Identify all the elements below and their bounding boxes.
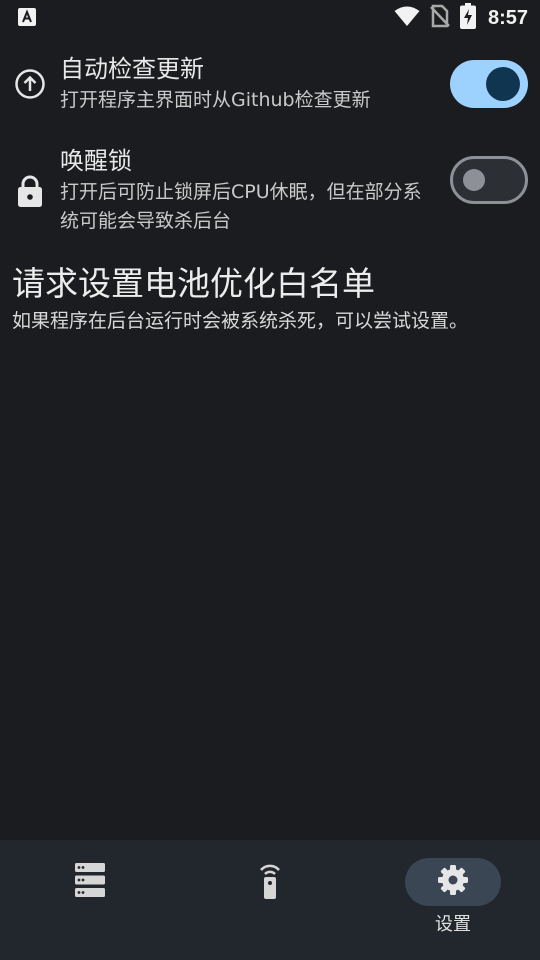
clock: 8:57 bbox=[487, 6, 528, 29]
wake-lock-toggle[interactable] bbox=[450, 156, 528, 204]
battery-whitelist-title: 请求设置电池优化白名单 bbox=[12, 264, 375, 303]
nav-item-remote[interactable] bbox=[180, 840, 360, 960]
bottom-navigation: 设置 bbox=[0, 840, 540, 960]
auto-update-description: 打开程序主界面时从Github检查更新 bbox=[60, 89, 371, 111]
wake-lock-setting[interactable]: 唤醒锁 打开后可防止锁屏后CPU休眠，但在部分系统可能会导致杀后台 bbox=[0, 144, 540, 240]
wifi-icon bbox=[394, 5, 420, 31]
remote-control-icon bbox=[257, 861, 283, 903]
no-sim-icon bbox=[430, 4, 450, 32]
app-notification-icon bbox=[18, 8, 36, 26]
status-bar: 8:57 bbox=[0, 0, 540, 36]
auto-update-setting[interactable]: 自动检查更新 打开程序主界面时从Github检查更新 bbox=[0, 52, 540, 122]
toggle-knob bbox=[486, 67, 520, 101]
gear-icon bbox=[437, 864, 469, 900]
auto-update-title: 自动检查更新 bbox=[60, 55, 204, 83]
server-list-icon bbox=[75, 863, 105, 901]
wake-lock-description: 打开后可防止锁屏后CPU休眠，但在部分系统可能会导致杀后台 bbox=[60, 181, 422, 232]
battery-whitelist-description: 如果程序在后台运行时会被系统杀死，可以尝试设置。 bbox=[12, 310, 469, 332]
nav-label-settings: 设置 bbox=[435, 914, 471, 935]
wake-lock-title: 唤醒锁 bbox=[60, 147, 132, 175]
nav-item-servers[interactable] bbox=[0, 840, 180, 960]
battery-whitelist-setting[interactable]: 请求设置电池优化白名单 如果程序在后台运行时会被系统杀死，可以尝试设置。 bbox=[12, 262, 532, 336]
toggle-knob bbox=[463, 169, 485, 191]
nav-item-settings[interactable]: 设置 bbox=[363, 840, 540, 960]
lock-icon bbox=[14, 174, 46, 207]
battery-charging-icon bbox=[459, 3, 476, 33]
auto-update-toggle[interactable] bbox=[450, 60, 528, 108]
arrow-up-circle-icon bbox=[14, 68, 46, 100]
active-indicator bbox=[405, 858, 501, 906]
